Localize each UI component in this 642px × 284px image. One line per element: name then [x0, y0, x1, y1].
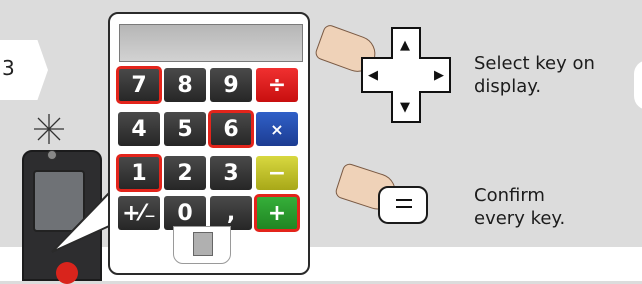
select-instruction-line1: Select key on	[474, 53, 595, 74]
calculator-key[interactable]: 6	[208, 110, 254, 148]
select-instruction: Select key on display.	[474, 52, 595, 98]
next-step-tab	[634, 60, 642, 110]
calculator-key[interactable]: ÷	[256, 68, 298, 102]
confirm-instruction: Confirm every key.	[474, 184, 565, 230]
calculator-key[interactable]: +⁄₋	[118, 196, 160, 230]
calculator-key[interactable]: ×	[256, 112, 298, 146]
arrow-down-icon[interactable]: ▼	[400, 100, 410, 115]
calculator-key[interactable]: 2	[164, 156, 206, 190]
calculator-key[interactable]: 4	[118, 112, 160, 146]
arrow-left-icon[interactable]: ◀	[368, 68, 378, 83]
calculator-key[interactable]: −	[256, 156, 298, 190]
calculator-key[interactable]: 9	[210, 68, 252, 102]
calculator-display	[119, 24, 303, 62]
device-screen	[33, 170, 85, 232]
equals-icon	[396, 199, 412, 208]
select-instruction-line2: display.	[474, 76, 542, 97]
confirm-instruction-line2: every key.	[474, 208, 566, 229]
arrow-right-icon[interactable]: ▶	[434, 68, 444, 83]
laser-beam-icon	[34, 114, 64, 144]
calculator-key[interactable]: ,	[210, 196, 252, 230]
calculator-key[interactable]: 0	[164, 196, 206, 230]
calculator-icon	[193, 232, 213, 256]
calculator-key[interactable]: 1	[116, 154, 162, 192]
calculator-key[interactable]: 5	[164, 112, 206, 146]
confirm-instruction-line1: Confirm	[474, 185, 545, 206]
laser-aperture	[47, 150, 57, 160]
distance-meter-device	[0, 0, 112, 284]
arrow-up-icon[interactable]: ▲	[400, 38, 410, 53]
calculator-key[interactable]: 3	[210, 156, 252, 190]
calculator-key[interactable]: +	[254, 194, 300, 232]
calculator-key[interactable]: 7	[116, 66, 162, 104]
calculator-key[interactable]: 8	[164, 68, 206, 102]
